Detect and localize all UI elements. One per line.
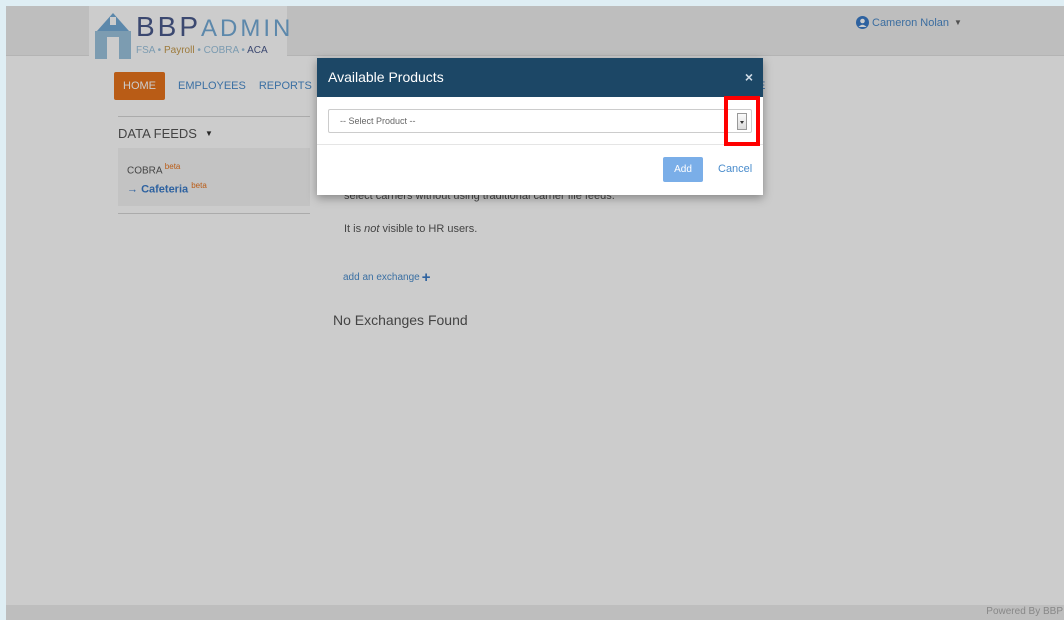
highlight-box: [724, 96, 760, 146]
modal-footer: Add Cancel: [317, 145, 763, 195]
product-select[interactable]: -- Select Product --: [328, 109, 752, 133]
close-icon[interactable]: ×: [745, 69, 753, 85]
modal-header: Available Products ×: [317, 58, 763, 97]
available-products-modal: Available Products × -- Select Product -…: [317, 58, 763, 195]
cancel-button[interactable]: Cancel: [718, 163, 752, 175]
modal-body: -- Select Product --: [317, 97, 763, 145]
app-window: BBPADMIN FSA • Payroll • COBRA • ACA Cam…: [6, 6, 1064, 620]
modal-title: Available Products: [328, 69, 444, 85]
select-placeholder: -- Select Product --: [340, 116, 416, 126]
add-button[interactable]: Add: [663, 157, 703, 182]
